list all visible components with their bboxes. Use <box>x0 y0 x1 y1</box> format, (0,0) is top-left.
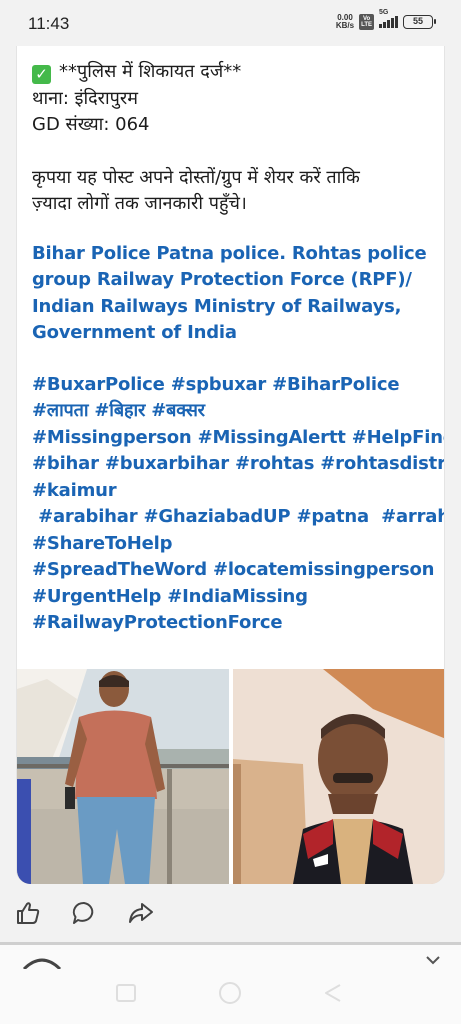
system-nav-bar <box>0 945 461 1024</box>
share-icon[interactable] <box>127 899 155 927</box>
hashtag-line[interactable]: #RailwayProtectionForce <box>32 610 429 637</box>
photo-man-portrait-image <box>233 669 444 884</box>
hashtag-line[interactable]: #SpreadTheWord #locatemissingperson <box>32 557 434 584</box>
check-mark-icon: ✓ <box>32 65 51 84</box>
recent-apps-icon[interactable] <box>115 983 137 1003</box>
network-speed: 0.00 KB/s <box>335 13 355 30</box>
hashtag-line[interactable]: #arabihar #GhaziabadUP #patna #arrah <box>32 504 444 531</box>
hashtag-line[interactable]: #kaimur <box>32 478 429 505</box>
hashtag-line[interactable]: #ShareToHelp <box>32 531 429 558</box>
photo-grid <box>17 669 444 884</box>
back-icon[interactable] <box>322 983 344 1003</box>
complaint-title: ✓ **पुलिस में शिकायत दर्ज** <box>32 59 429 86</box>
share-request-line-1: कृपया यह पोस्ट अपने दोस्तों/ग्रुप में शे… <box>32 166 360 188</box>
hashtag-line[interactable]: #UrgentHelp #IndiaMissing <box>32 584 429 611</box>
status-icons: 0.00 KB/s Vo LTE 5G 55 <box>335 9 436 30</box>
share-request-line-2: ज़्यादा लोगों तक जानकारी पहुँचे। <box>32 193 247 214</box>
signal-icon: 5G <box>379 9 398 28</box>
photo-man-portrait[interactable] <box>233 669 444 884</box>
battery-icon: 55 <box>403 15 436 29</box>
hashtag-line[interactable]: #BuxarPolice #spbuxar #BiharPolice <box>32 372 429 399</box>
home-icon[interactable] <box>216 981 244 1005</box>
status-bar: 11:43 0.00 KB/s Vo LTE 5G 55 <box>0 0 461 46</box>
hashtag-line[interactable]: #लापता #बिहार #बक्सर <box>32 398 429 425</box>
post-action-bar <box>0 895 461 935</box>
post-text: ✓ **पुलिस में शिकायत दर्ज** थाना: इंदिराप… <box>17 46 444 637</box>
police-station: थाना: इंदिरापुरम <box>32 87 139 109</box>
partial-avatar-icon <box>22 958 62 969</box>
photo-man-standing-image <box>17 669 229 884</box>
status-time: 11:43 <box>28 14 70 33</box>
mention-line[interactable]: Bihar Police Patna police. Rohtas police <box>32 241 429 268</box>
gd-number: GD संख्या: 064 <box>32 114 150 135</box>
hashtag-line[interactable]: #Missingperson #MissingAlertt #HelpFind <box>32 425 444 452</box>
mention-line[interactable]: group Railway Protection Force (RPF)/ <box>32 267 429 294</box>
post-card: ✓ **पुलिस में शिकायत दर्ज** थाना: इंदिराप… <box>16 46 445 884</box>
volte-icon: Vo LTE <box>359 14 374 30</box>
mention-line[interactable]: Indian Railways Ministry of Railways, <box>32 294 429 321</box>
photo-man-standing[interactable] <box>17 669 229 884</box>
hashtag-line[interactable]: #bihar #buxarbihar #rohtas #rohtasdistri… <box>32 451 444 478</box>
close-icon[interactable] <box>423 955 443 967</box>
thumbs-up-icon[interactable] <box>14 899 42 927</box>
mention-line[interactable]: Government of India <box>32 320 429 347</box>
comment-icon[interactable] <box>70 899 98 927</box>
